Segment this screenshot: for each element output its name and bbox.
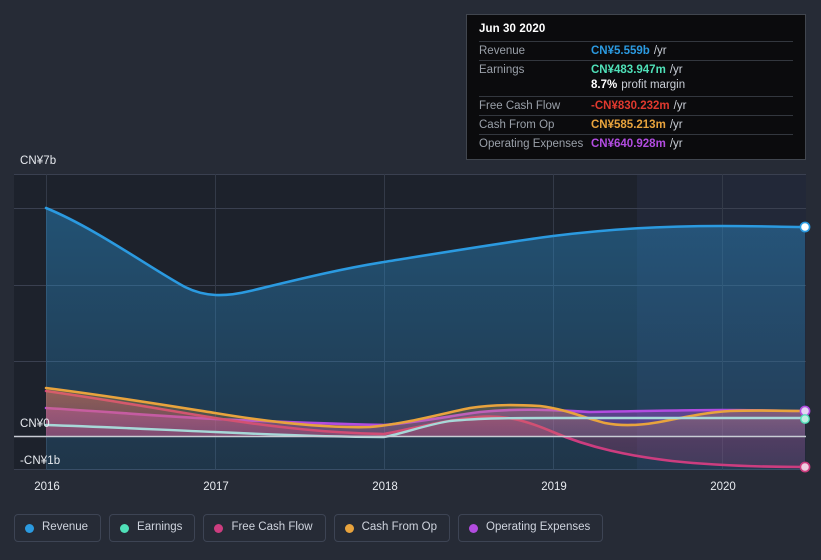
tooltip-value-operating-expenses: CN¥640.928m xyxy=(591,138,666,150)
legend-label-operating-expenses: Operating Expenses xyxy=(486,521,591,534)
tooltip-key-free-cash-flow: Free Cash Flow xyxy=(479,100,561,112)
tooltip-unit-cash-from-op: /yr xyxy=(669,119,683,131)
earnings-endpoint xyxy=(800,414,810,424)
revenue-color-dot-icon xyxy=(25,523,34,533)
legend-item-operating-expenses[interactable]: Operating Expenses xyxy=(458,514,604,542)
tooltip-row-free-cash-flow: Free Cash Flow -CN¥830.232m /yr xyxy=(479,96,793,115)
operating-expenses-color-dot-icon xyxy=(469,523,479,533)
tooltip-value-cash-from-op: CN¥585.213m xyxy=(591,119,666,131)
tooltip-unit-earnings: /yr xyxy=(669,64,683,76)
earnings-color-dot-icon xyxy=(120,523,130,533)
tooltip-row-profit-margin: 8.7% profit margin xyxy=(479,79,793,96)
tooltip-key-operating-expenses: Operating Expenses xyxy=(479,138,584,150)
tooltip-unit-operating-expenses: /yr xyxy=(669,138,683,150)
legend-item-cash-from-op[interactable]: Cash From Op xyxy=(333,514,451,542)
x-axis-label-2020: 2020 xyxy=(710,481,736,493)
tooltip-title: Jun 30 2020 xyxy=(479,23,546,35)
legend-item-free-cash-flow[interactable]: Free Cash Flow xyxy=(203,514,326,542)
x-axis-label-2016: 2016 xyxy=(34,481,60,493)
free-cash-flow-endpoint xyxy=(799,461,811,473)
legend-label-earnings: Earnings xyxy=(137,521,183,534)
tooltip-row-operating-expenses: Operating Expenses CN¥640.928m /yr xyxy=(479,134,793,153)
tooltip-key-cash-from-op: Cash From Op xyxy=(479,119,555,131)
tooltip-row-revenue: Revenue CN¥5.559b /yr xyxy=(479,41,793,60)
tooltip-value-earnings: CN¥483.947m xyxy=(591,64,666,76)
y-axis-label-bottom: -CN¥1b xyxy=(20,455,61,467)
legend-item-revenue[interactable]: Revenue xyxy=(14,514,102,542)
tooltip-unit-revenue: /yr xyxy=(653,45,667,57)
tooltip-value-free-cash-flow: -CN¥830.232m xyxy=(591,100,670,112)
revenue-endpoint xyxy=(799,221,811,233)
free-cash-flow-color-dot-icon xyxy=(214,523,224,533)
tooltip-value-revenue: CN¥5.559b xyxy=(591,45,650,57)
legend-label-free-cash-flow: Free Cash Flow xyxy=(231,521,313,534)
tooltip-row-cash-from-op: Cash From Op CN¥585.213m /yr xyxy=(479,115,793,134)
tooltip-key-earnings: Earnings xyxy=(479,64,525,76)
chart-legend: Revenue Earnings Free Cash Flow Cash Fro… xyxy=(14,514,604,542)
tooltip-unit-free-cash-flow: /yr xyxy=(673,100,687,112)
y-axis-label-top: CN¥7b xyxy=(20,155,57,167)
legend-label-cash-from-op: Cash From Op xyxy=(361,521,438,534)
data-tooltip: Jun 30 2020 Revenue CN¥5.559b /yr Earnin… xyxy=(466,14,806,160)
legend-label-revenue: Revenue xyxy=(42,521,89,534)
x-axis-label-2018: 2018 xyxy=(372,481,398,493)
tooltip-key-revenue: Revenue xyxy=(479,45,526,57)
tooltip-unit-profit-margin: profit margin xyxy=(621,79,686,91)
x-axis-label-2019: 2019 xyxy=(541,481,567,493)
tooltip-row-earnings: Earnings CN¥483.947m /yr xyxy=(479,60,793,79)
cash-from-op-color-dot-icon xyxy=(344,523,354,533)
tooltip-value-profit-margin: 8.7% xyxy=(591,79,618,91)
x-axis-label-2017: 2017 xyxy=(203,481,229,493)
legend-item-earnings[interactable]: Earnings xyxy=(109,514,196,542)
y-axis-label-zero: CN¥0 xyxy=(20,418,50,430)
